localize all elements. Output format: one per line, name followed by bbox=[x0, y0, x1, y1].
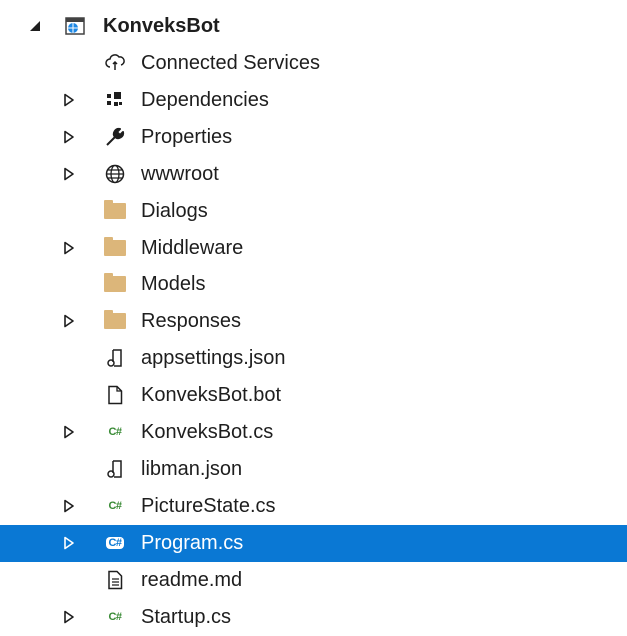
connected-services-icon bbox=[104, 52, 126, 74]
csharp-file-icon: C# bbox=[108, 499, 122, 512]
tree-node-label: Responses bbox=[141, 310, 242, 333]
tree-node-label: Dialogs bbox=[141, 199, 208, 222]
text-file-icon bbox=[104, 569, 126, 591]
tree-node[interactable]: Dialogs bbox=[0, 193, 627, 230]
web-project-icon bbox=[64, 15, 86, 37]
tree-node-label: Connected Services bbox=[141, 52, 320, 74]
collapsed-triangle-icon[interactable] bbox=[60, 497, 78, 515]
tree-node[interactable]: appsettings.json bbox=[0, 340, 627, 377]
tree-node-label: KonveksBot.bot bbox=[141, 384, 282, 407]
csharp-file-icon: C# bbox=[108, 610, 122, 623]
tree-node[interactable]: Models bbox=[0, 266, 627, 303]
solution-explorer-tree: KonveksBot Connected Services Dependencie… bbox=[0, 0, 627, 629]
tree-node[interactable]: KonveksBot.bot bbox=[0, 377, 627, 414]
tree-node[interactable]: readme.md bbox=[0, 562, 627, 599]
tree-node[interactable]: libman.json bbox=[0, 451, 627, 488]
tree-node[interactable]: C# KonveksBot.cs bbox=[0, 414, 627, 451]
tree-node-label: PictureState.cs bbox=[141, 494, 276, 517]
tree-node[interactable]: Properties bbox=[0, 119, 627, 156]
tree-node-label: Properties bbox=[141, 125, 233, 148]
tree-node[interactable]: Middleware bbox=[0, 230, 627, 267]
tree-node-label: readme.md bbox=[141, 568, 243, 591]
collapsed-triangle-icon[interactable] bbox=[60, 312, 78, 330]
tree-node-label: Middleware bbox=[141, 236, 244, 259]
expanded-triangle-icon[interactable] bbox=[26, 17, 44, 35]
folder-icon bbox=[104, 199, 126, 222]
tree-node-label: appsettings.json bbox=[141, 347, 286, 370]
project-name: KonveksBot bbox=[103, 15, 220, 37]
tree-node[interactable]: C# Program.cs bbox=[0, 524, 627, 562]
tree-node-label: Models bbox=[141, 273, 206, 296]
tree-node[interactable]: Dependencies bbox=[0, 82, 627, 119]
globe-icon bbox=[104, 163, 126, 185]
tree-node[interactable]: C# Startup.cs bbox=[0, 599, 627, 636]
file-icon bbox=[104, 384, 126, 406]
folder-icon bbox=[104, 236, 126, 259]
collapsed-triangle-icon[interactable] bbox=[60, 91, 78, 109]
tree-node[interactable]: Connected Services bbox=[0, 45, 627, 82]
tree-node-project[interactable]: KonveksBot bbox=[0, 8, 627, 45]
csharp-file-icon: C# bbox=[108, 426, 122, 438]
dependencies-icon bbox=[104, 89, 126, 111]
collapsed-triangle-icon[interactable] bbox=[60, 239, 78, 257]
tree-node-label: libman.json bbox=[141, 457, 243, 480]
tree-node-label: Program.cs bbox=[141, 531, 244, 554]
collapsed-triangle-icon[interactable] bbox=[60, 534, 78, 552]
collapsed-triangle-icon[interactable] bbox=[60, 128, 78, 146]
tree-node[interactable]: Responses bbox=[0, 303, 627, 340]
tree-node-label: Dependencies bbox=[141, 88, 269, 111]
tree-node[interactable]: wwwroot bbox=[0, 156, 627, 193]
tree-node-label: KonveksBot.cs bbox=[141, 421, 274, 443]
collapsed-triangle-icon[interactable] bbox=[60, 165, 78, 183]
json-file-icon bbox=[104, 347, 126, 369]
wrench-icon bbox=[104, 126, 126, 148]
tree-node-label: Startup.cs bbox=[141, 605, 232, 628]
collapsed-triangle-icon[interactable] bbox=[60, 608, 78, 626]
folder-icon bbox=[104, 310, 126, 332]
json-file-icon bbox=[104, 458, 126, 480]
csharp-file-icon: C# bbox=[106, 536, 124, 549]
tree-node-label: wwwroot bbox=[141, 162, 219, 185]
collapsed-triangle-icon[interactable] bbox=[60, 423, 78, 441]
tree-node[interactable]: C# PictureState.cs bbox=[0, 488, 627, 525]
folder-icon bbox=[104, 273, 126, 295]
